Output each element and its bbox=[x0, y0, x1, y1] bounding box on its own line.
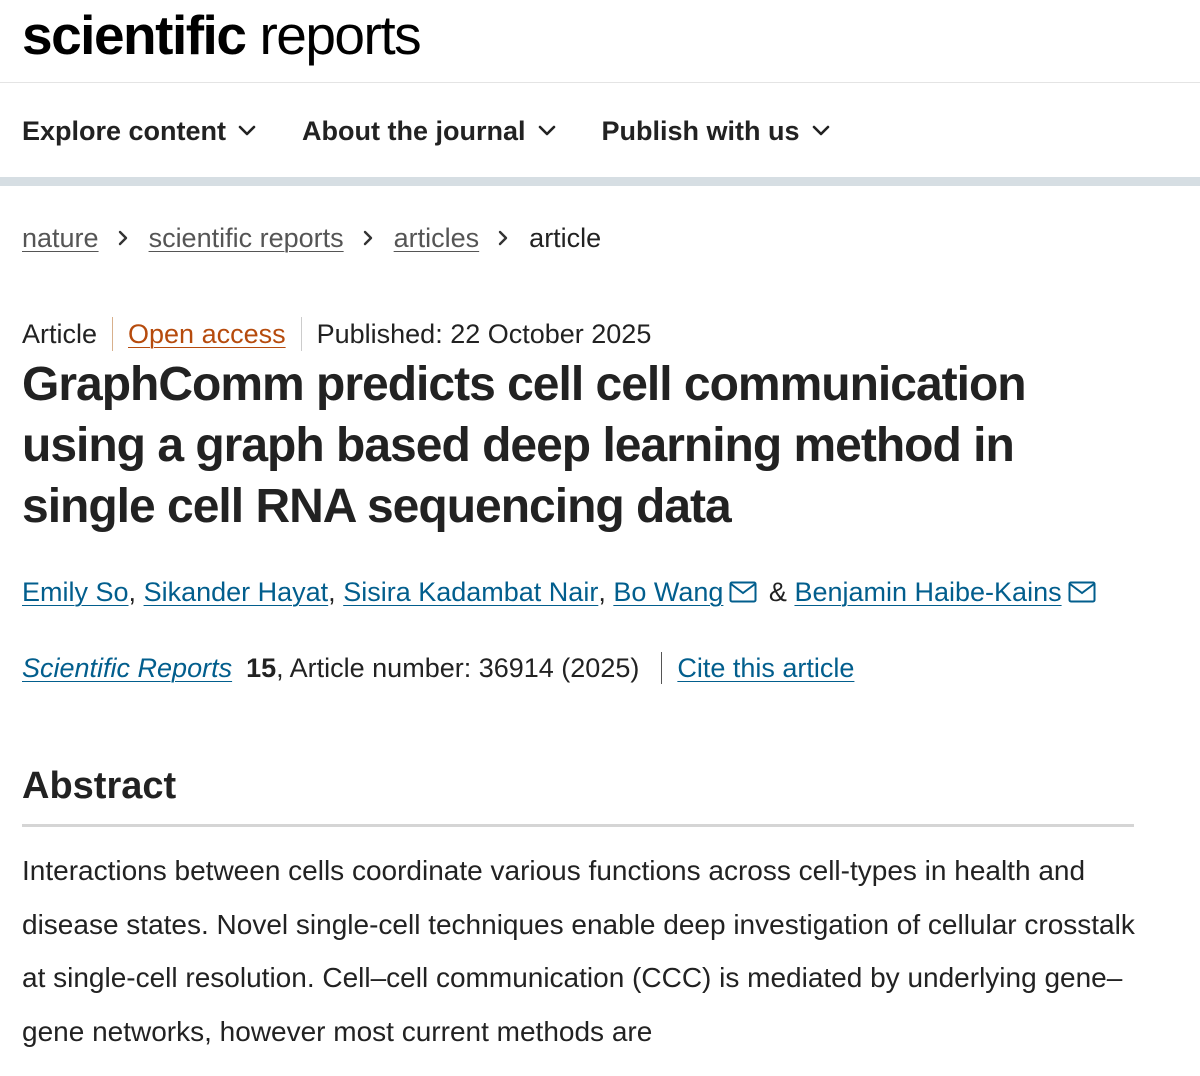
mail-icon[interactable] bbox=[1068, 581, 1096, 603]
chevron-down-icon bbox=[538, 125, 555, 136]
nav-about-journal[interactable]: About the journal bbox=[302, 116, 555, 147]
abstract-divider bbox=[22, 824, 1134, 827]
abstract-heading: Abstract bbox=[22, 765, 177, 807]
chevron-right-icon bbox=[117, 229, 129, 247]
author-separator: , bbox=[328, 576, 336, 607]
article-number: , Article number: 36914 (2025) bbox=[276, 652, 640, 683]
article-title: GraphComm predicts cell cell communicati… bbox=[22, 358, 1027, 533]
chevron-right-icon bbox=[497, 229, 509, 247]
author-link[interactable]: Benjamin Haibe-Kains bbox=[794, 577, 1061, 608]
abstract-text: Interactions between cells coordinate va… bbox=[22, 855, 1135, 1047]
meta-divider bbox=[300, 317, 302, 351]
open-access-link[interactable]: Open access bbox=[128, 319, 286, 350]
author-link[interactable]: Bo Wang bbox=[613, 577, 723, 608]
author-ampersand: & bbox=[768, 576, 787, 607]
nav-bottom-bar bbox=[0, 177, 1200, 186]
citation-divider bbox=[661, 652, 663, 684]
author-link[interactable]: Emily So bbox=[22, 577, 129, 608]
mail-icon[interactable] bbox=[729, 581, 757, 603]
breadcrumb-nature[interactable]: nature bbox=[22, 223, 99, 254]
nav-about-journal-label: About the journal bbox=[302, 115, 526, 146]
author-list: Emily So, Sikander Hayat, Sisira Kadamba… bbox=[22, 572, 1100, 612]
author-separator: , bbox=[128, 576, 137, 607]
chevron-right-icon bbox=[362, 229, 374, 247]
main-nav: Explore content About the journal Publis… bbox=[22, 108, 876, 154]
published-date: Published: 22 October 2025 bbox=[316, 318, 652, 349]
header-divider bbox=[0, 82, 1200, 83]
chevron-down-icon bbox=[238, 125, 256, 136]
nav-explore-content[interactable]: Explore content bbox=[22, 116, 256, 147]
logo-light-text: reports bbox=[259, 4, 421, 66]
breadcrumb-current: article bbox=[529, 222, 602, 253]
citation-line: Scientific Reports 15 , Article number: … bbox=[22, 648, 854, 688]
breadcrumb-articles[interactable]: articles bbox=[394, 223, 480, 254]
journal-volume: 15 bbox=[246, 652, 277, 683]
nav-publish-with-us[interactable]: Publish with us bbox=[602, 116, 830, 147]
article-meta: Article Open access Published: 22 Octobe… bbox=[22, 314, 651, 354]
logo-bold-text: scientific bbox=[22, 4, 247, 66]
author-separator: , bbox=[598, 576, 606, 607]
article-type: Article bbox=[22, 318, 98, 349]
author-link[interactable]: Sisira Kadambat Nair bbox=[343, 577, 598, 608]
cite-this-article-link[interactable]: Cite this article bbox=[677, 653, 854, 684]
nav-explore-content-label: Explore content bbox=[22, 115, 227, 146]
breadcrumb-scientific-reports[interactable]: scientific reports bbox=[149, 223, 344, 254]
author-link[interactable]: Sikander Hayat bbox=[144, 577, 329, 608]
meta-divider bbox=[112, 317, 114, 351]
breadcrumb: nature scientific reports articles artic… bbox=[22, 218, 601, 258]
chevron-down-icon bbox=[812, 125, 829, 136]
journal-link[interactable]: Scientific Reports bbox=[22, 653, 232, 684]
site-logo[interactable]: scientific reports bbox=[22, 2, 422, 72]
nav-publish-with-us-label: Publish with us bbox=[601, 115, 800, 146]
